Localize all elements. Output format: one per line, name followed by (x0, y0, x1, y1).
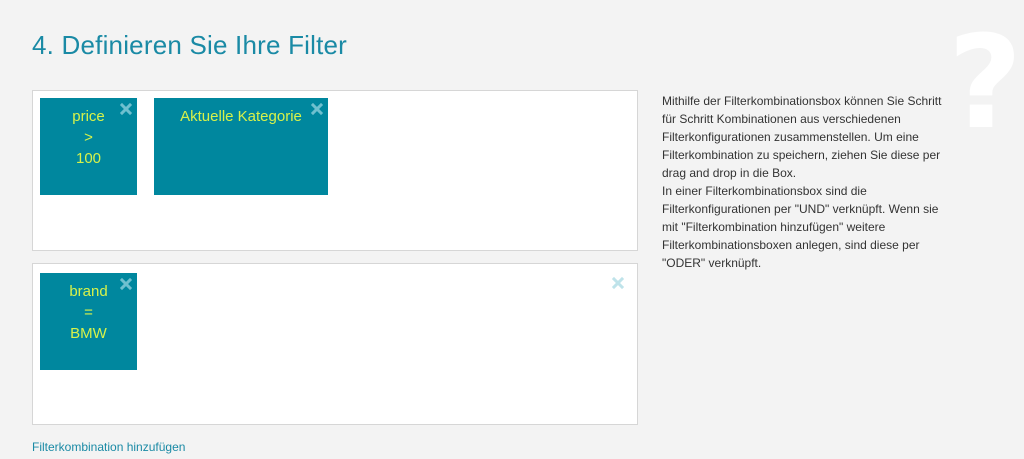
close-icon[interactable] (612, 277, 624, 289)
filter-combination-box[interactable]: brand = BMW (32, 263, 638, 425)
page-title: 4. Definieren Sie Ihre Filter (32, 30, 348, 60)
page: 4. Definieren Sie Ihre Filter ? price > … (0, 0, 1024, 459)
filter-description: Mithilfe der Filterkombinationsbox könne… (662, 92, 942, 272)
close-icon[interactable] (120, 103, 132, 115)
help-icon[interactable]: ? (948, 20, 1022, 148)
filter-chip-price[interactable]: price > 100 (40, 98, 137, 195)
filter-chip-line: = (84, 304, 93, 321)
filter-chip-line: > (84, 129, 93, 146)
filter-combination-box[interactable]: price > 100 Aktuelle Kategorie (32, 90, 638, 251)
filter-chip-line: BMW (70, 325, 107, 342)
filter-chip-category[interactable]: Aktuelle Kategorie (154, 98, 328, 195)
filter-chip-brand[interactable]: brand = BMW (40, 273, 137, 370)
filter-chip-line: 100 (75, 150, 102, 167)
description-paragraph: Mithilfe der Filterkombinationsbox könne… (662, 94, 942, 180)
close-icon[interactable] (120, 278, 132, 290)
add-filter-combination-link[interactable]: Filterkombination hinzufügen (32, 440, 185, 454)
close-icon[interactable] (311, 103, 323, 115)
filter-chip-line: Aktuelle Kategorie (180, 108, 302, 125)
description-paragraph: In einer Filterkombinationsbox sind die … (662, 184, 939, 270)
